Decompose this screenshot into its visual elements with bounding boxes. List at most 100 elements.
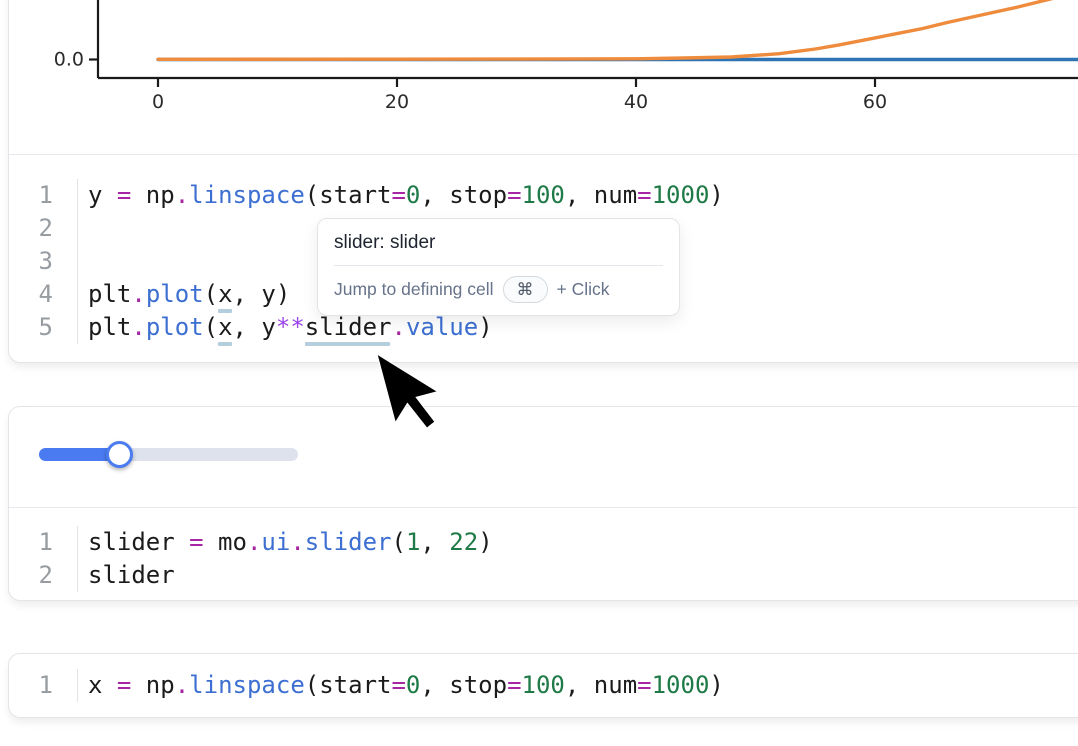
slider-input[interactable] <box>39 448 298 461</box>
line-number: 1 <box>9 179 78 212</box>
code-token: linspace <box>189 671 305 699</box>
code-token: slider <box>88 528 189 556</box>
code-token-underlined: x <box>218 280 232 308</box>
code-token: np <box>131 671 174 699</box>
code-token: ( <box>391 528 405 556</box>
notebook-cell-x: 1x = np.linspace(start=0, stop=100, num=… <box>8 653 1078 718</box>
matplotlib-output-chart: 0.0 0 20 40 60 <box>9 0 1078 154</box>
cmd-key-badge: ⌘ <box>503 276 548 303</box>
code-token: . <box>290 528 304 556</box>
code-token: 22 <box>449 528 478 556</box>
code-token: slider <box>88 561 175 589</box>
tooltip-action-label: Jump to defining cell <box>334 279 494 300</box>
notebook-cell-slider: 1slider = mo.ui.slider(1, 22)2slider <box>8 406 1078 601</box>
code-editor[interactable]: 1slider = mo.ui.slider(1, 22)2slider <box>9 508 1078 600</box>
code-token: , <box>420 528 449 556</box>
code-text: x = np.linspace(start=0, stop=100, num=1… <box>78 669 724 702</box>
code-token: x <box>88 671 117 699</box>
svg-text:0.0: 0.0 <box>54 49 84 71</box>
variable-tooltip: slider: slider Jump to defining cell ⌘ +… <box>317 218 680 316</box>
code-token: = <box>507 671 521 699</box>
svg-text:0: 0 <box>152 91 164 113</box>
code-token: . <box>131 313 145 341</box>
code-token-underlined: slider <box>305 313 392 341</box>
code-token: ( <box>204 280 218 308</box>
cell-output-area <box>9 407 1078 508</box>
line-number: 1 <box>9 526 78 559</box>
code-line: 2 slider <box>9 559 1078 592</box>
code-token: = <box>189 528 203 556</box>
code-line: 1x = np.linspace(start=0, stop=100, num=… <box>9 669 1078 702</box>
code-token: ) <box>709 181 723 209</box>
code-token: linspace <box>189 181 305 209</box>
tooltip-divider <box>334 265 663 266</box>
code-token: plot <box>146 313 204 341</box>
code-token: ) <box>709 671 723 699</box>
code-token: . <box>247 528 261 556</box>
code-token: ui <box>261 528 290 556</box>
code-token: value <box>406 313 478 341</box>
line-number: 5 <box>9 311 78 344</box>
code-token: 0 <box>406 671 420 699</box>
code-token: plt <box>88 313 131 341</box>
tooltip-title: slider: slider <box>334 232 663 254</box>
line-number: 2 <box>9 212 78 245</box>
code-token: 1000 <box>652 181 710 209</box>
code-token: = <box>391 671 405 699</box>
code-token: 100 <box>522 181 565 209</box>
cell-output-area: 0.0 0 20 40 60 <box>9 0 1078 155</box>
code-text: slider = mo.ui.slider(1, 22) <box>78 526 493 559</box>
code-line: 1slider = mo.ui.slider(1, 22) <box>9 526 1078 559</box>
code-token: slider <box>305 528 392 556</box>
code-token: 1 <box>406 528 420 556</box>
tooltip-click-label: + Click <box>557 279 610 300</box>
cmd-key-glyph: ⌘ <box>517 280 534 300</box>
code-token: = <box>637 671 651 699</box>
code-token: , y <box>233 313 276 341</box>
code-token-underlined: x <box>218 313 232 341</box>
code-token: plt <box>88 280 131 308</box>
code-token: 1000 <box>652 671 710 699</box>
code-token: ) <box>478 528 492 556</box>
code-token: y <box>88 181 117 209</box>
line-number: 2 <box>9 559 78 592</box>
code-token: = <box>117 181 131 209</box>
line-number: 1 <box>9 669 78 702</box>
code-token: , num <box>565 671 637 699</box>
code-token: . <box>175 181 189 209</box>
code-token: . <box>131 280 145 308</box>
code-token: ** <box>276 313 305 341</box>
code-token: np <box>131 181 174 209</box>
code-token: , num <box>565 181 637 209</box>
code-token: (start <box>305 181 392 209</box>
code-line: 1y = np.linspace(start=0, stop=100, num=… <box>9 179 1078 212</box>
code-token: (start <box>305 671 392 699</box>
code-text: plt.plot(x, y) <box>78 278 290 311</box>
line-number: 3 <box>9 245 78 278</box>
code-token: = <box>637 181 651 209</box>
code-token: . <box>175 671 189 699</box>
line-number: 4 <box>9 278 78 311</box>
svg-text:20: 20 <box>385 91 409 113</box>
code-token: , y) <box>233 280 291 308</box>
code-text: y = np.linspace(start=0, stop=100, num=1… <box>78 179 724 212</box>
code-editor[interactable]: 1x = np.linspace(start=0, stop=100, num=… <box>9 654 1078 716</box>
code-token: . <box>391 313 405 341</box>
code-token: ) <box>478 313 492 341</box>
slider-thumb[interactable] <box>106 441 133 468</box>
code-token: 100 <box>522 671 565 699</box>
code-token: 0 <box>406 181 420 209</box>
code-token: = <box>117 671 131 699</box>
svg-text:40: 40 <box>624 91 648 113</box>
code-token: = <box>507 181 521 209</box>
svg-text:60: 60 <box>863 91 887 113</box>
code-token: = <box>391 181 405 209</box>
code-token: , stop <box>420 181 507 209</box>
code-token: ( <box>204 313 218 341</box>
code-token: plot <box>146 280 204 308</box>
code-text: slider <box>78 559 175 592</box>
tooltip-footer: Jump to defining cell ⌘ + Click <box>334 276 663 303</box>
mouse-cursor-icon <box>377 354 457 454</box>
code-token: mo <box>204 528 247 556</box>
code-token: , stop <box>420 671 507 699</box>
